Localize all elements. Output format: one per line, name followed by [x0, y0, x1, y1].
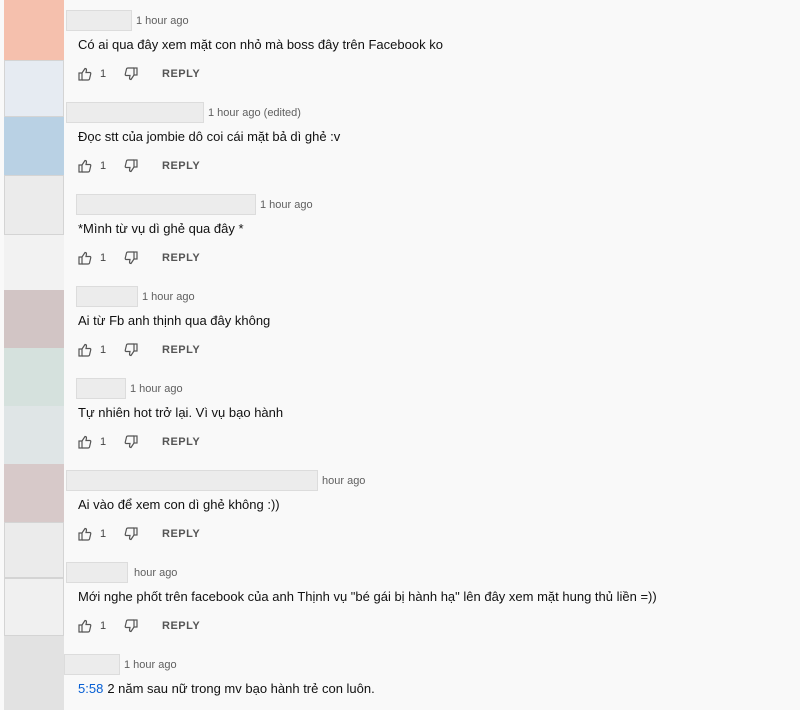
- comment-text: *Mình từ vụ dì ghẻ qua đây *: [78, 221, 244, 236]
- thumbs-up-icon[interactable]: [78, 343, 92, 357]
- like-count: 1: [100, 528, 107, 540]
- comment-time[interactable]: hour ago: [322, 475, 365, 487]
- comment-item: 1 hour ago (edited) Đọc stt của jombie d…: [0, 92, 800, 184]
- thumbs-up-icon[interactable]: [78, 251, 92, 265]
- author-name[interactable]: [76, 194, 256, 215]
- comment-time[interactable]: 1 hour ago: [142, 291, 195, 303]
- like-count: 1: [100, 252, 107, 264]
- thumbs-down-icon[interactable]: [124, 159, 138, 173]
- author-name[interactable]: [66, 10, 132, 31]
- timestamp-link[interactable]: 5:58: [78, 681, 103, 696]
- comment-item: 1 hour ago Tự nhiên hot trở lại. Vì vụ b…: [0, 368, 800, 460]
- reply-button[interactable]: REPLY: [162, 252, 200, 264]
- thumbs-down-icon[interactable]: [124, 527, 138, 541]
- author-name[interactable]: [76, 378, 126, 399]
- comment-text: Đọc stt của jombie dô coi cái mặt bả dì …: [78, 129, 341, 144]
- comment-time[interactable]: hour ago: [134, 567, 177, 579]
- comment-list: 1 hour ago Có ai qua đây xem mặt con nhỏ…: [0, 0, 800, 710]
- thumbs-down-icon[interactable]: [124, 251, 138, 265]
- comment-text: Có ai qua đây xem mặt con nhỏ mà boss đâ…: [78, 37, 443, 52]
- comment-time[interactable]: 1 hour ago: [130, 383, 183, 395]
- thumbs-up-icon[interactable]: [78, 159, 92, 173]
- author-name[interactable]: [66, 470, 318, 491]
- comment-item: 1 hour ago Có ai qua đây xem mặt con nhỏ…: [0, 0, 800, 92]
- comment-item: hour ago Ai vào để xem con dì ghẻ không …: [0, 460, 800, 552]
- comment-item: 1 hour ago Ai từ Fb anh thịnh qua đây kh…: [0, 276, 800, 368]
- comment-time[interactable]: 1 hour ago (edited): [208, 107, 301, 119]
- comment-time[interactable]: 1 hour ago: [136, 15, 189, 27]
- thumbs-down-icon[interactable]: [124, 435, 138, 449]
- like-count: 1: [100, 436, 107, 448]
- thumbs-down-icon[interactable]: [124, 619, 138, 633]
- author-name[interactable]: [66, 562, 128, 583]
- like-count: 1: [100, 68, 107, 80]
- thumbs-up-icon[interactable]: [78, 527, 92, 541]
- author-name[interactable]: [76, 286, 138, 307]
- like-count: 1: [100, 344, 107, 356]
- author-name[interactable]: [66, 102, 204, 123]
- thumbs-up-icon[interactable]: [78, 619, 92, 633]
- like-count: 1: [100, 620, 107, 632]
- comment-text: Mới nghe phốt trên facebook của anh Thịn…: [78, 589, 657, 604]
- thumbs-down-icon[interactable]: [124, 67, 138, 81]
- comment-text: Ai vào để xem con dì ghẻ không :)): [78, 497, 280, 512]
- reply-button[interactable]: REPLY: [162, 528, 200, 540]
- reply-button[interactable]: REPLY: [162, 436, 200, 448]
- reply-button[interactable]: REPLY: [162, 68, 200, 80]
- author-name[interactable]: [64, 654, 120, 675]
- comment-item: 1 hour ago 5:58 2 năm sau nữ trong mv bạo…: [0, 644, 800, 710]
- comment-item: hour ago Mới nghe phốt trên facebook của…: [0, 552, 800, 644]
- comment-text-body: 2 năm sau nữ trong mv bạo hành trẻ con l…: [107, 681, 375, 696]
- thumbs-up-icon[interactable]: [78, 67, 92, 81]
- thumbs-up-icon[interactable]: [78, 435, 92, 449]
- comment-item: 1 hour ago *Mình từ vụ dì ghẻ qua đây * …: [0, 184, 800, 276]
- comment-time[interactable]: 1 hour ago: [124, 659, 177, 671]
- thumbs-down-icon[interactable]: [124, 343, 138, 357]
- reply-button[interactable]: REPLY: [162, 344, 200, 356]
- comment-text: Ai từ Fb anh thịnh qua đây không: [78, 313, 271, 328]
- reply-button[interactable]: REPLY: [162, 620, 200, 632]
- comment-text: Tự nhiên hot trở lại. Vì vụ bạo hành: [78, 405, 284, 420]
- comment-text: 5:58 2 năm sau nữ trong mv bạo hành trẻ c…: [78, 681, 375, 696]
- comment-time[interactable]: 1 hour ago: [260, 199, 313, 211]
- reply-button[interactable]: REPLY: [162, 160, 200, 172]
- like-count: 1: [100, 160, 107, 172]
